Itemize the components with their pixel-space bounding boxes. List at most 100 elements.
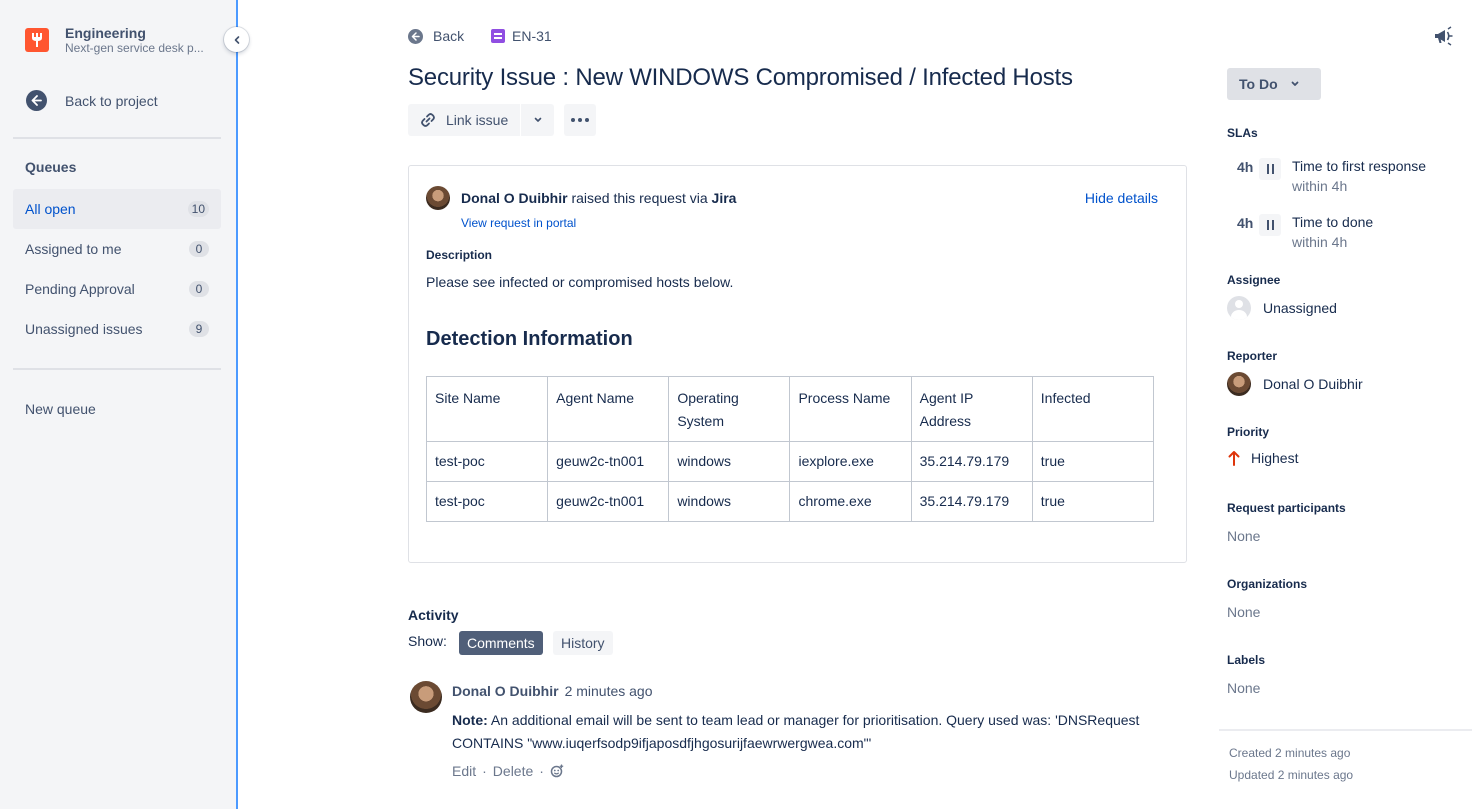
avatar (1227, 372, 1251, 396)
queue-label: All open (25, 201, 76, 217)
link-issue-group: Link issue (408, 104, 555, 136)
slas-label: SLAs (1227, 126, 1258, 140)
sla-time: 4h (1237, 215, 1254, 231)
link-issue-button[interactable]: Link issue (408, 104, 521, 136)
sla-name: Time to done (1292, 214, 1374, 230)
reporter-label: Reporter (1227, 349, 1278, 363)
issue-key: EN-31 (512, 28, 552, 44)
updated-timestamp: Updated 2 minutes ago (1229, 768, 1354, 782)
raiser-name[interactable]: Donal O Duibhir (461, 190, 568, 206)
right-panel-divider (1219, 729, 1472, 731)
delete-comment-button[interactable]: Delete (493, 763, 533, 779)
comment-text: An additional email will be sent to team… (452, 712, 1140, 751)
megaphone-icon[interactable] (1432, 26, 1454, 46)
detection-information-heading: Detection Information (426, 328, 633, 350)
issue-key-link[interactable]: EN-31 (491, 28, 552, 44)
created-timestamp: Created 2 minutes ago (1229, 746, 1351, 760)
hide-details-link[interactable]: Hide details (1085, 190, 1158, 206)
comment-header: Donal O Duibhir 2 minutes ago (452, 683, 653, 699)
table-cell: true (1031, 441, 1155, 482)
avatar[interactable] (426, 186, 450, 210)
edit-comment-button[interactable]: Edit (452, 763, 476, 779)
queue-label: Unassigned issues (25, 321, 143, 337)
table-cell: iexplore.exe (789, 441, 912, 482)
raised-via-text: raised this request via (567, 190, 712, 206)
add-reaction-icon[interactable] (550, 764, 564, 778)
status-dropdown-button[interactable]: To Do (1227, 68, 1321, 100)
new-queue-link[interactable]: New queue (25, 401, 96, 417)
sidebar-resize-handle[interactable] (236, 0, 238, 809)
table-header-cell: Infected (1031, 376, 1155, 442)
priority-label: Priority (1227, 425, 1270, 439)
organizations-field[interactable]: None (1227, 604, 1260, 620)
link-issue-label: Link issue (446, 112, 509, 128)
description-label: Description (426, 248, 493, 262)
table-header-cell: Process Name (789, 376, 912, 442)
sla-name: Time to first response (1292, 158, 1427, 174)
queue-count-badge: 0 (189, 241, 209, 257)
table-header-row: Site Name Agent Name Operating System Pr… (425, 376, 1155, 442)
queue-item-all-open[interactable]: All open 10 (13, 189, 221, 229)
more-dots-icon (571, 118, 575, 122)
sla-item-time-to-done: 4h Time to done within 4h (1237, 214, 1373, 250)
back-button[interactable]: Back (408, 28, 464, 44)
show-label: Show: (408, 633, 447, 649)
avatar[interactable] (410, 681, 442, 713)
status-label: To Do (1239, 76, 1278, 92)
queue-label: Assigned to me (25, 241, 122, 257)
pause-icon (1259, 158, 1281, 180)
table-cell: test-poc (425, 481, 549, 522)
comment-body: Note: An additional email will be sent t… (452, 709, 1172, 755)
separator-dot: · (539, 763, 544, 779)
chevron-down-icon (1291, 81, 1299, 86)
issue-title[interactable]: Security Issue : New WINDOWS Compromised… (408, 64, 1073, 92)
sla-item-first-response: 4h Time to first response within 4h (1237, 158, 1426, 194)
back-label: Back (433, 28, 465, 44)
table-cell: geuw2c-tn001 (547, 481, 670, 522)
queue-item-assigned-to-me[interactable]: Assigned to me 0 (13, 229, 221, 269)
request-details-card: Donal O Duibhir raised this request via … (408, 165, 1187, 563)
tab-history[interactable]: History (553, 631, 613, 655)
priority-field[interactable]: Highest (1227, 450, 1298, 466)
table-cell: 35.214.79.179 (910, 481, 1033, 522)
more-actions-button[interactable] (564, 104, 596, 136)
sidebar-divider (13, 137, 221, 139)
reporter-field[interactable]: Donal O Duibhir (1227, 372, 1363, 396)
request-participants-field[interactable]: None (1227, 528, 1260, 544)
assignee-value: Unassigned (1263, 300, 1337, 316)
comment-author[interactable]: Donal O Duibhir (452, 683, 559, 699)
project-name: Engineering (65, 25, 146, 41)
link-icon (421, 113, 435, 127)
table-cell: windows (668, 441, 791, 482)
separator-dot: · (482, 763, 487, 779)
tab-comments[interactable]: Comments (459, 631, 543, 655)
arrow-left-icon (408, 28, 423, 44)
queue-item-unassigned-issues[interactable]: Unassigned issues 9 (13, 309, 221, 349)
back-to-project-link[interactable]: Back to project (26, 90, 158, 111)
comment-time: 2 minutes ago (564, 683, 653, 699)
comment-note-label: Note: (452, 712, 488, 728)
organizations-label: Organizations (1227, 577, 1308, 591)
labels-field[interactable]: None (1227, 680, 1260, 696)
sla-goal: within 4h (1292, 234, 1348, 250)
request-channel: Jira (711, 190, 737, 206)
table-header-cell: Site Name (425, 376, 549, 442)
project-subtitle: Next-gen service desk p... (65, 41, 204, 55)
assignee-field[interactable]: Unassigned (1227, 296, 1337, 320)
collapse-sidebar-button[interactable] (224, 27, 249, 52)
table-row: test-poc geuw2c-tn001 windows chrome.exe… (425, 481, 1155, 522)
reporter-value: Donal O Duibhir (1263, 376, 1363, 392)
description-text[interactable]: Please see infected or compromised hosts… (426, 274, 733, 290)
project-header[interactable]: Engineering Next-gen service desk p... (25, 26, 215, 55)
table-cell: true (1031, 481, 1155, 522)
view-request-in-portal-link[interactable]: View request in portal (461, 216, 576, 230)
table-cell: test-poc (425, 441, 549, 482)
queue-item-pending-approval[interactable]: Pending Approval 0 (13, 269, 221, 309)
activity-heading: Activity (408, 607, 459, 623)
table-cell: 35.214.79.179 (910, 441, 1033, 482)
detection-table: Site Name Agent Name Operating System Pr… (425, 376, 1155, 522)
table-header-cell: Agent IP Address (910, 376, 1033, 442)
sidebar: Engineering Next-gen service desk p... B… (0, 0, 236, 809)
pause-icon (1259, 214, 1281, 236)
link-issue-dropdown-button[interactable] (521, 104, 555, 136)
